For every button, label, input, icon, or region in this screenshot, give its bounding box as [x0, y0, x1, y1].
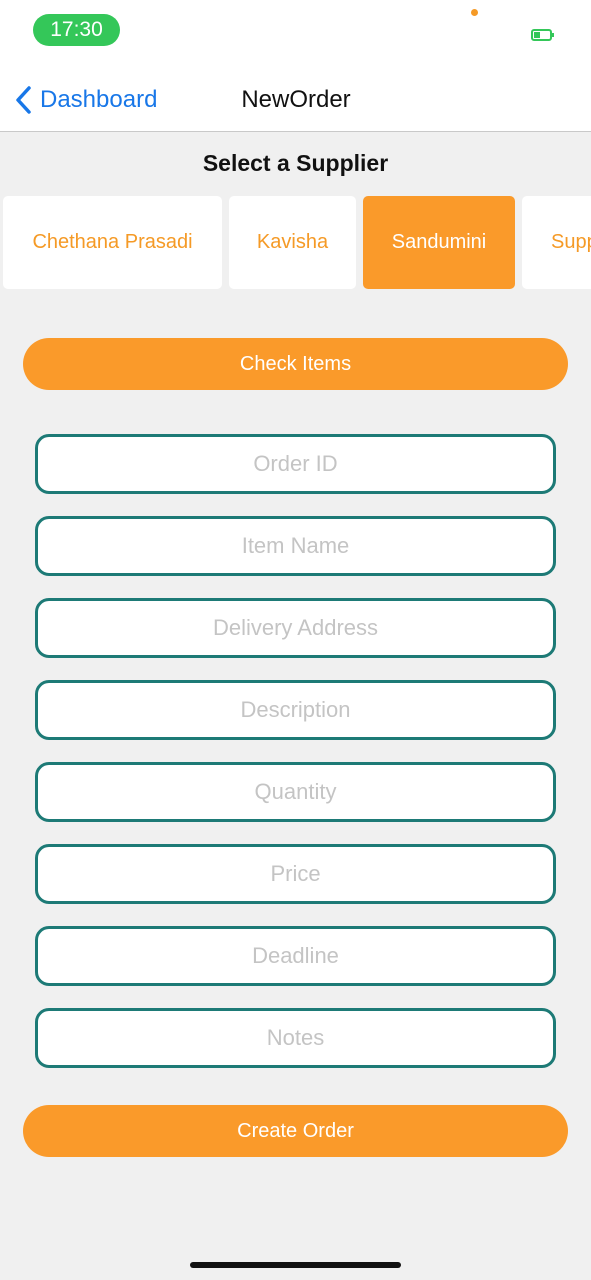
- check-items-button[interactable]: Check Items: [23, 338, 568, 390]
- supplier-section-title: Select a Supplier: [202, 150, 389, 176]
- supplier-item-sandumini[interactable]: Sandumini: [363, 196, 515, 289]
- header: 17:30 Dashboard NewOrder: [0, 0, 591, 132]
- delivery-address-field[interactable]: [35, 598, 556, 658]
- home-indicator[interactable]: [190, 1262, 401, 1268]
- order-id-field[interactable]: [35, 434, 556, 494]
- battery-icon: [531, 29, 554, 41]
- item-name-field[interactable]: [35, 516, 556, 576]
- price-field[interactable]: [35, 844, 556, 904]
- supplier-list[interactable]: Chethana Prasadi Kavisha Sandumini Supp: [0, 196, 591, 290]
- supplier-item-kavisha[interactable]: Kavisha: [229, 196, 356, 289]
- supplier-item-supp[interactable]: Supp: [522, 196, 591, 289]
- chevron-left-icon: [16, 86, 31, 114]
- create-order-button[interactable]: Create Order: [23, 1105, 568, 1157]
- notes-field[interactable]: [35, 1008, 556, 1068]
- back-button[interactable]: Dashboard: [14, 82, 157, 118]
- status-time: 17:30: [33, 14, 120, 46]
- description-field[interactable]: [35, 680, 556, 740]
- supplier-item-chethana-prasadi[interactable]: Chethana Prasadi: [3, 196, 222, 289]
- deadline-field[interactable]: [35, 926, 556, 986]
- quantity-field[interactable]: [35, 762, 556, 822]
- page-title: NewOrder: [241, 86, 351, 113]
- privacy-indicator-dot: [471, 9, 478, 16]
- back-label: Dashboard: [40, 86, 158, 113]
